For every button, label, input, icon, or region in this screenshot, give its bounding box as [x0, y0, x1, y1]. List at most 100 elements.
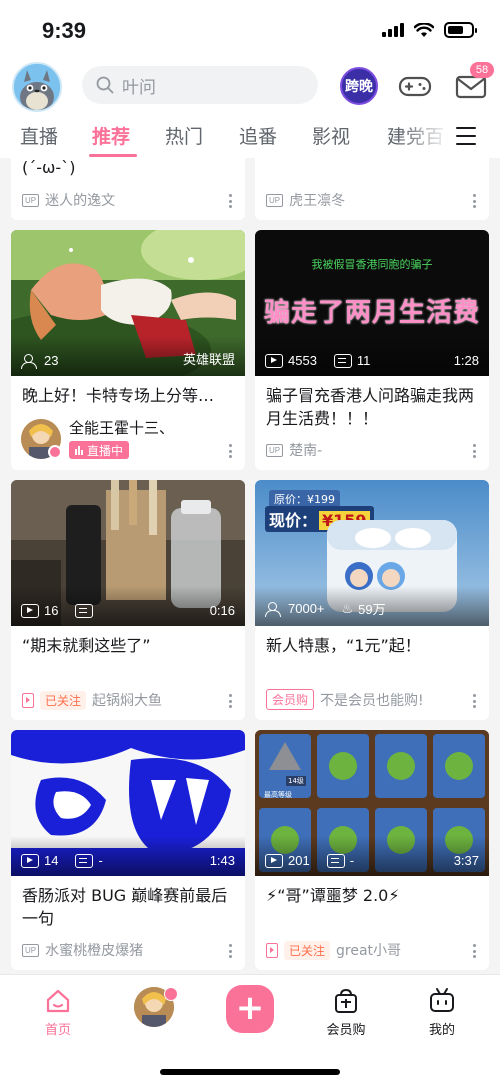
card-title: 骗子冒充香港人问路骗走我两月生活费！！！	[266, 386, 475, 428]
mail-badge: 58	[470, 62, 494, 78]
card-author[interactable]: 虎王凛冬	[289, 190, 345, 210]
plays-value: 14	[44, 853, 59, 868]
card-meta: 已关注 great小哥	[266, 940, 401, 960]
hot-value: 59万	[358, 602, 386, 617]
nav-shop[interactable]: 会员购	[306, 987, 386, 1041]
viewers-icon	[265, 601, 283, 617]
followed-badge: 已关注	[40, 690, 87, 710]
live-bars-icon	[75, 445, 83, 455]
card-author[interactable]: great小哥	[336, 940, 401, 960]
play-icon	[265, 853, 283, 868]
feed-card-video[interactable]: 16 0:16 “期末就剩这些了” 已关注 起锅焖大鱼	[11, 480, 245, 720]
tab-anime[interactable]: 追番	[239, 122, 277, 149]
more-icon[interactable]	[473, 194, 477, 208]
more-icon[interactable]	[229, 444, 233, 458]
danmaku-icon	[75, 853, 94, 868]
more-icon[interactable]	[229, 694, 233, 708]
nav-home[interactable]: 首页	[18, 987, 98, 1041]
more-icon[interactable]	[473, 944, 477, 958]
feed-card-live[interactable]: 23 英雄联盟 晚上好！卡特专场上分等… 全能王霍十三、 直播中	[11, 230, 245, 470]
active-tab-indicator	[89, 154, 137, 157]
followed-badge: 已关注	[284, 940, 331, 960]
battery-icon	[444, 22, 477, 38]
user-avatar[interactable]	[12, 62, 62, 112]
more-icon[interactable]	[473, 694, 477, 708]
card-cover: 我被假冒香港同胞的骗子 骗走了两月生活费 4553 11 1:28	[255, 230, 489, 376]
more-icon[interactable]	[229, 944, 233, 958]
live-area-label: 英雄联盟	[182, 352, 235, 367]
nav-profile[interactable]: 我的	[402, 987, 482, 1041]
plays-value: 201	[288, 853, 310, 868]
search-placeholder: 叶问	[122, 77, 156, 98]
upload-plus-button[interactable]: +	[226, 985, 274, 1033]
status-bar: 9:39	[0, 0, 500, 58]
gamepad-icon[interactable]	[398, 69, 432, 103]
danmaku-icon	[333, 353, 352, 368]
event-button[interactable]: 跨晚	[340, 67, 378, 105]
live-label: 直播中	[87, 443, 124, 458]
video-doc-icon	[22, 692, 34, 708]
video-duration: 3:37	[453, 853, 479, 868]
card-subtitle: 不是会员也能购!	[320, 692, 424, 709]
card-author[interactable]: 迷人的逸文	[45, 190, 115, 210]
more-icon[interactable]	[229, 194, 233, 208]
play-count: 201 -	[265, 853, 354, 868]
card-cover: 23 英雄联盟	[11, 230, 245, 376]
card-meta: 会员购 不是会员也能购!	[266, 689, 424, 710]
up-tag: UP	[22, 943, 40, 957]
channel-tabs: 直播 推荐 热门 追番 影视 建党百	[0, 114, 500, 158]
card-author[interactable]: 水蜜桃橙皮爆猪	[45, 940, 143, 960]
tab-recommend[interactable]: 推荐	[92, 122, 130, 149]
feed-card-video[interactable]: 14级 最高等级 201 - 3:37 ⚡“哥”谭噩梦 2.0⚡ 已关注 gre…	[255, 730, 489, 970]
feed-card-partial-right[interactable]: UP 虎王凛冬	[255, 158, 489, 220]
card-meta: UP 迷人的逸文	[22, 190, 115, 210]
status-icons	[382, 22, 477, 38]
plays-value: 16	[44, 603, 59, 618]
card-meta: UP 虎王凛冬	[266, 190, 345, 210]
cover-main-text: 骗走了两月生活费	[263, 298, 480, 328]
card-author[interactable]: 楚南-	[289, 440, 322, 460]
tab-live[interactable]: 直播	[20, 122, 58, 149]
card-author[interactable]: 全能王霍十三、	[69, 417, 174, 438]
feed-card-ad[interactable]: 原价：¥199 现价：¥159 7000+ ♨ 59万 新人特惠，“1元”起！ …	[255, 480, 489, 720]
tab-menu-icon[interactable]	[456, 127, 476, 145]
card-title: 新人特惠，“1元”起！	[266, 636, 421, 655]
header: 叶问 跨晚 58	[0, 58, 500, 114]
card-author[interactable]: 起锅焖大鱼	[92, 690, 162, 710]
feed-card-video[interactable]: 14 - 1:43 香肠派对 BUG 巅峰赛前最后一句 UP 水蜜桃橙皮爆猪	[11, 730, 245, 970]
vip-shop-badge: 会员购	[266, 689, 315, 710]
card-level-label: 14级	[286, 776, 306, 786]
video-doc-icon	[266, 942, 278, 958]
bottom-nav: 首页 + 会员购 我的	[0, 974, 500, 1082]
signal-icon	[382, 23, 404, 37]
tab-fade	[400, 114, 450, 158]
tab-movies[interactable]: 影视	[312, 122, 350, 149]
play-icon	[265, 353, 283, 368]
search-bar[interactable]: 叶问	[82, 66, 318, 104]
nav-following[interactable]	[114, 987, 194, 1041]
video-duration: 1:28	[453, 353, 479, 368]
card-cover: 16 0:16	[11, 480, 245, 626]
card-meta: UP 水蜜桃橙皮爆猪	[22, 940, 143, 960]
play-icon	[21, 853, 39, 868]
feed-card-video[interactable]: 我被假冒香港同胞的骗子 骗走了两月生活费 4553 11 1:28 骗子冒充香港…	[255, 230, 489, 470]
video-duration: 1:43	[209, 853, 235, 868]
tab-hot[interactable]: 热门	[165, 122, 203, 149]
feed-card-partial-left[interactable]: (´-ω-`) UP 迷人的逸文	[11, 158, 245, 220]
card-cover: 14级 最高等级 201 - 3:37	[255, 730, 489, 876]
live-badge: 直播中	[69, 441, 130, 459]
totoro-avatar-icon	[14, 64, 60, 110]
card-cover: 原价：¥199 现价：¥159 7000+ ♨ 59万	[255, 480, 489, 626]
up-tag: UP	[22, 193, 40, 207]
tv-icon	[430, 988, 454, 1012]
card-title: 香肠派对 BUG 巅峰赛前最后一句	[22, 886, 228, 928]
more-icon[interactable]	[473, 444, 477, 458]
play-count: 14 -	[21, 853, 103, 868]
live-bars-icon	[164, 987, 178, 1001]
live-dot-icon	[48, 445, 62, 459]
card-title: “期末就剩这些了”	[22, 636, 151, 655]
home-indicator	[160, 1069, 340, 1075]
card-title: ⚡“哥”谭噩梦 2.0⚡	[266, 886, 400, 905]
play-count: 16	[21, 603, 98, 618]
danmaku-value: -	[349, 853, 355, 868]
